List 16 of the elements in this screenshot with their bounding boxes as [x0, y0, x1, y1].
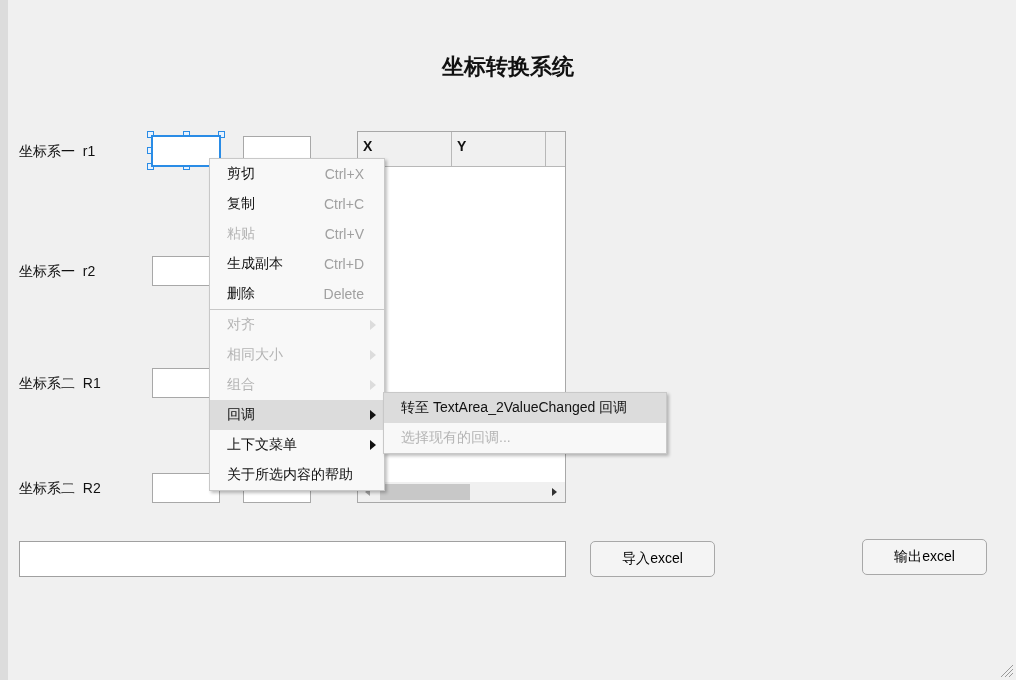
menu-item-label: 粘贴	[227, 225, 256, 243]
menu-item-label: 上下文菜单	[227, 436, 298, 454]
menu-item-label: 组合	[227, 376, 256, 394]
menu-item-label: 剪切	[227, 165, 256, 183]
menu-item-label: 相同大小	[227, 346, 284, 364]
menu-item-label: 生成副本	[227, 255, 284, 273]
app-title: 坐标转换系统	[440, 53, 575, 81]
field-label: 坐标系二 R2	[19, 479, 102, 498]
field-label: 坐标系一 r2	[19, 262, 97, 281]
menu-item-label: 回调	[227, 406, 256, 424]
menu-item-label: 复制	[227, 195, 256, 213]
menu-item-label: 对齐	[227, 316, 256, 334]
menu-item-label: 删除	[227, 285, 256, 303]
menu-item-label: 关于所选内容的帮助	[227, 466, 354, 484]
field-label: 坐标系一 r1	[19, 142, 97, 161]
field-label: 坐标系二 R1	[19, 374, 102, 393]
